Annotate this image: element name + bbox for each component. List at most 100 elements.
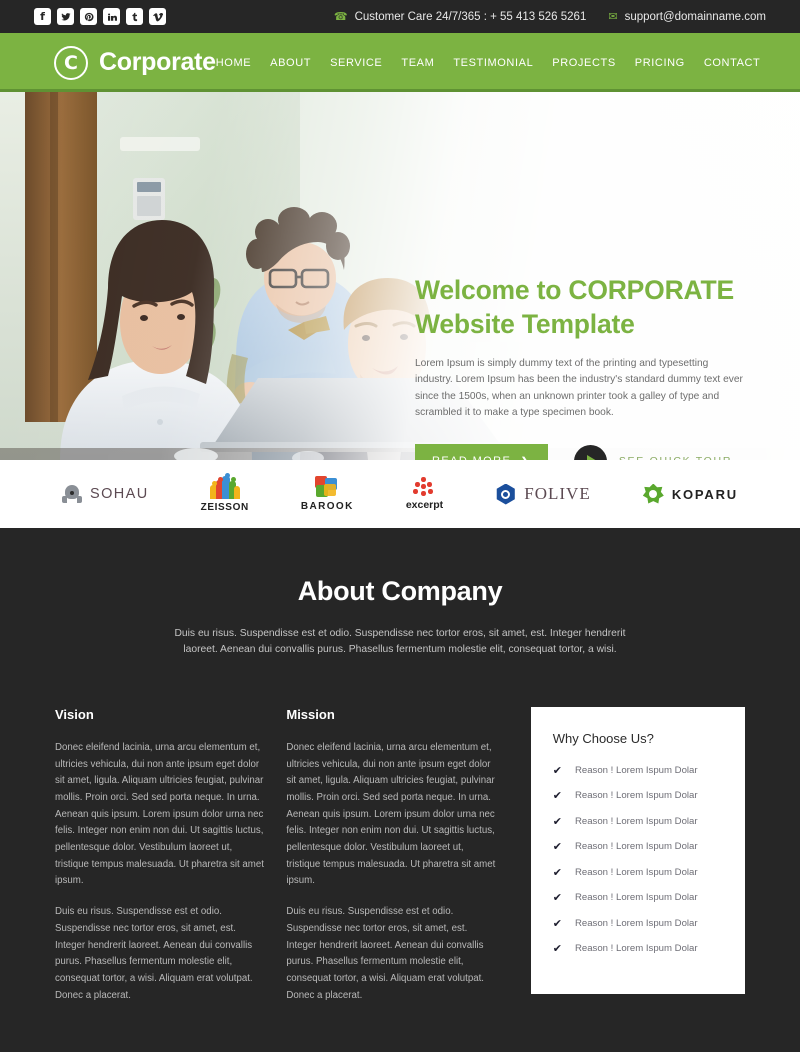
zeisson-head-4 — [230, 476, 236, 482]
sohau-right-wing — [77, 496, 82, 503]
logo-circle-icon: C — [54, 45, 88, 80]
phone-icon: ☎ — [333, 11, 348, 23]
check-icon: ✔ — [552, 840, 562, 854]
logo-text: Corporate — [99, 48, 216, 76]
tumblr-icon[interactable] — [126, 8, 143, 25]
site-logo[interactable]: C Corporate — [54, 45, 216, 80]
tumblr-glyph — [131, 12, 137, 21]
excerpt-dot-3 — [427, 482, 432, 487]
mission-heading: Mission — [286, 706, 335, 722]
zeisson-head-2 — [217, 476, 223, 482]
quick-tour-button[interactable]: SEE QUICK TOUR — [573, 444, 732, 460]
social-links: f — [34, 8, 166, 25]
check-icon: ✔ — [552, 814, 562, 828]
play-triangle — [586, 455, 597, 460]
client-logo-zeisson[interactable]: ZEISSON — [200, 472, 249, 513]
client-logo-excerpt[interactable]: excerpt — [406, 477, 443, 511]
about-title: About Company — [297, 576, 503, 606]
why-item-label: Reason ! Lorem Ispum Dolar — [574, 815, 698, 827]
why-item-3[interactable]: ✔ Reason ! Lorem Ispum Dolar — [553, 815, 723, 828]
twitter-icon[interactable] — [57, 8, 74, 25]
folive-icon — [496, 483, 515, 505]
why-item-5[interactable]: ✔ Reason ! Lorem Ispum Dolar — [553, 866, 723, 879]
quick-tour-label: SEE QUICK TOUR — [619, 455, 732, 460]
why-item-2[interactable]: ✔ Reason ! Lorem Ispum Dolar — [553, 789, 723, 802]
nav-item-about[interactable]: ABOUT — [270, 57, 311, 69]
why-choose-us-heading: Why Choose Us? — [552, 730, 654, 746]
hero-actions: READ MORE ❯ SEE QUICK TOUR — [415, 443, 745, 460]
phone-text: Customer Care 24/7/365 : + 55 413 526 52… — [354, 10, 587, 23]
vision-paragraph-1: Donec eleifend lacinia, urna arcu elemen… — [55, 741, 264, 887]
koparu-center-dot — [649, 490, 658, 498]
mission-column: Mission Donec eleifend lacinia, urna arc… — [286, 707, 499, 1018]
pinterest-icon[interactable] — [80, 8, 97, 25]
why-item-label: Reason ! Lorem Ispum Dolar — [574, 892, 698, 904]
why-item-4[interactable]: ✔ Reason ! Lorem Ispum Dolar — [553, 840, 723, 853]
excerpt-dot-1 — [421, 477, 426, 482]
nav-item-testimonial[interactable]: TESTIMONIAL — [453, 57, 533, 69]
read-more-label: READ MORE — [432, 455, 511, 460]
client-name-barook: BAROOK — [300, 501, 354, 512]
nav-item-pricing[interactable]: PRICING — [635, 57, 685, 69]
vimeo-icon[interactable] — [149, 8, 166, 25]
main-navbar: C Corporate HOME ABOUT SERVICE TEAM TEST… — [0, 36, 800, 92]
about-subtitle: Duis eu risus. Suspendisse est et odio. … — [174, 628, 626, 656]
barook-icon — [315, 476, 339, 498]
client-logo-sohau[interactable]: SOHAU — [62, 485, 149, 503]
nav-item-contact[interactable]: CONTACT — [704, 57, 761, 69]
hero-paragraph: Lorem Ipsum is simply dummy text of the … — [415, 357, 743, 419]
nav-item-home[interactable]: HOME — [216, 57, 251, 69]
client-logo-koparu[interactable]: KOPARU — [642, 483, 738, 505]
why-item-label: Reason ! Lorem Ispum Dolar — [574, 943, 698, 955]
why-item-8[interactable]: ✔ Reason ! Lorem Ispum Dolar — [553, 942, 723, 955]
koparu-icon — [642, 483, 664, 504]
excerpt-dot-2 — [415, 482, 420, 487]
folive-row: FOLIVE — [495, 483, 591, 505]
excerpt-dot-4 — [421, 484, 426, 489]
top-bar: f ☎ Customer Care 24/7/365 : + 55 413 52… — [0, 0, 800, 36]
check-icon: ✔ — [552, 763, 562, 777]
play-icon[interactable] — [573, 444, 607, 460]
sohau-dot — [70, 491, 74, 495]
about-columns: Vision Donec eleifend lacinia, urna arcu… — [0, 706, 800, 1018]
why-item-label: Reason ! Lorem Ispum Dolar — [574, 841, 698, 853]
why-item-label: Reason ! Lorem Ispum Dolar — [574, 790, 698, 802]
linkedin-icon[interactable] — [103, 8, 120, 25]
read-more-button[interactable]: READ MORE ❯ — [415, 443, 548, 460]
sohau-left-wing — [62, 496, 67, 503]
about-section: About Company Duis eu risus. Suspendisse… — [0, 528, 800, 1052]
client-name-zeisson: ZEISSON — [200, 501, 249, 513]
linkedin-glyph — [107, 12, 117, 21]
zeisson-head-1 — [211, 480, 217, 486]
vision-heading: Vision — [55, 706, 94, 722]
vimeo-glyph — [152, 12, 163, 21]
client-name-koparu: KOPARU — [671, 486, 738, 502]
contact-info: ☎ Customer Care 24/7/365 : + 55 413 526 … — [333, 10, 776, 24]
zeisson-icon — [209, 472, 240, 500]
why-item-label: Reason ! Lorem Ispum Dolar — [574, 866, 698, 878]
why-item-7[interactable]: ✔ Reason ! Lorem Ispum Dolar — [553, 917, 723, 930]
nav-item-projects[interactable]: PROJECTS — [552, 57, 615, 69]
client-logo-barook[interactable]: BAROOK — [301, 476, 354, 512]
why-item-1[interactable]: ✔ Reason ! Lorem Ispum Dolar — [553, 764, 723, 777]
zeisson-figure-5 — [233, 485, 240, 499]
email-text[interactable]: support@domainname.com — [625, 11, 766, 23]
nav-item-service[interactable]: SERVICE — [330, 57, 382, 69]
sohau-row: SOHAU — [62, 485, 149, 503]
why-item-label: Reason ! Lorem Ispum Dolar — [574, 917, 698, 929]
barook-square-yellow — [324, 484, 337, 496]
client-logos-strip: SOHAU ZEISSON BAROOK excerpt FOLIVE KOPA… — [0, 460, 800, 528]
client-name-folive: FOLIVE — [524, 484, 591, 503]
excerpt-dot-5 — [413, 489, 418, 494]
client-logo-folive[interactable]: FOLIVE — [495, 483, 591, 505]
nav-menu: HOME ABOUT SERVICE TEAM TESTIMONIAL PROJ… — [216, 57, 800, 69]
mission-paragraph-1: Donec eleifend lacinia, urna arcu elemen… — [286, 741, 496, 887]
hero-title: Welcome to CORPORATE Website Template — [415, 274, 745, 342]
nav-item-team[interactable]: TEAM — [401, 57, 434, 69]
hero-title-line2: Website Template — [415, 308, 635, 339]
why-item-6[interactable]: ✔ Reason ! Lorem Ispum Dolar — [553, 891, 723, 904]
why-item-label: Reason ! Lorem Ispum Dolar — [574, 764, 698, 776]
check-icon: ✔ — [552, 865, 562, 879]
twitter-glyph — [60, 12, 71, 20]
facebook-icon[interactable]: f — [34, 8, 51, 25]
